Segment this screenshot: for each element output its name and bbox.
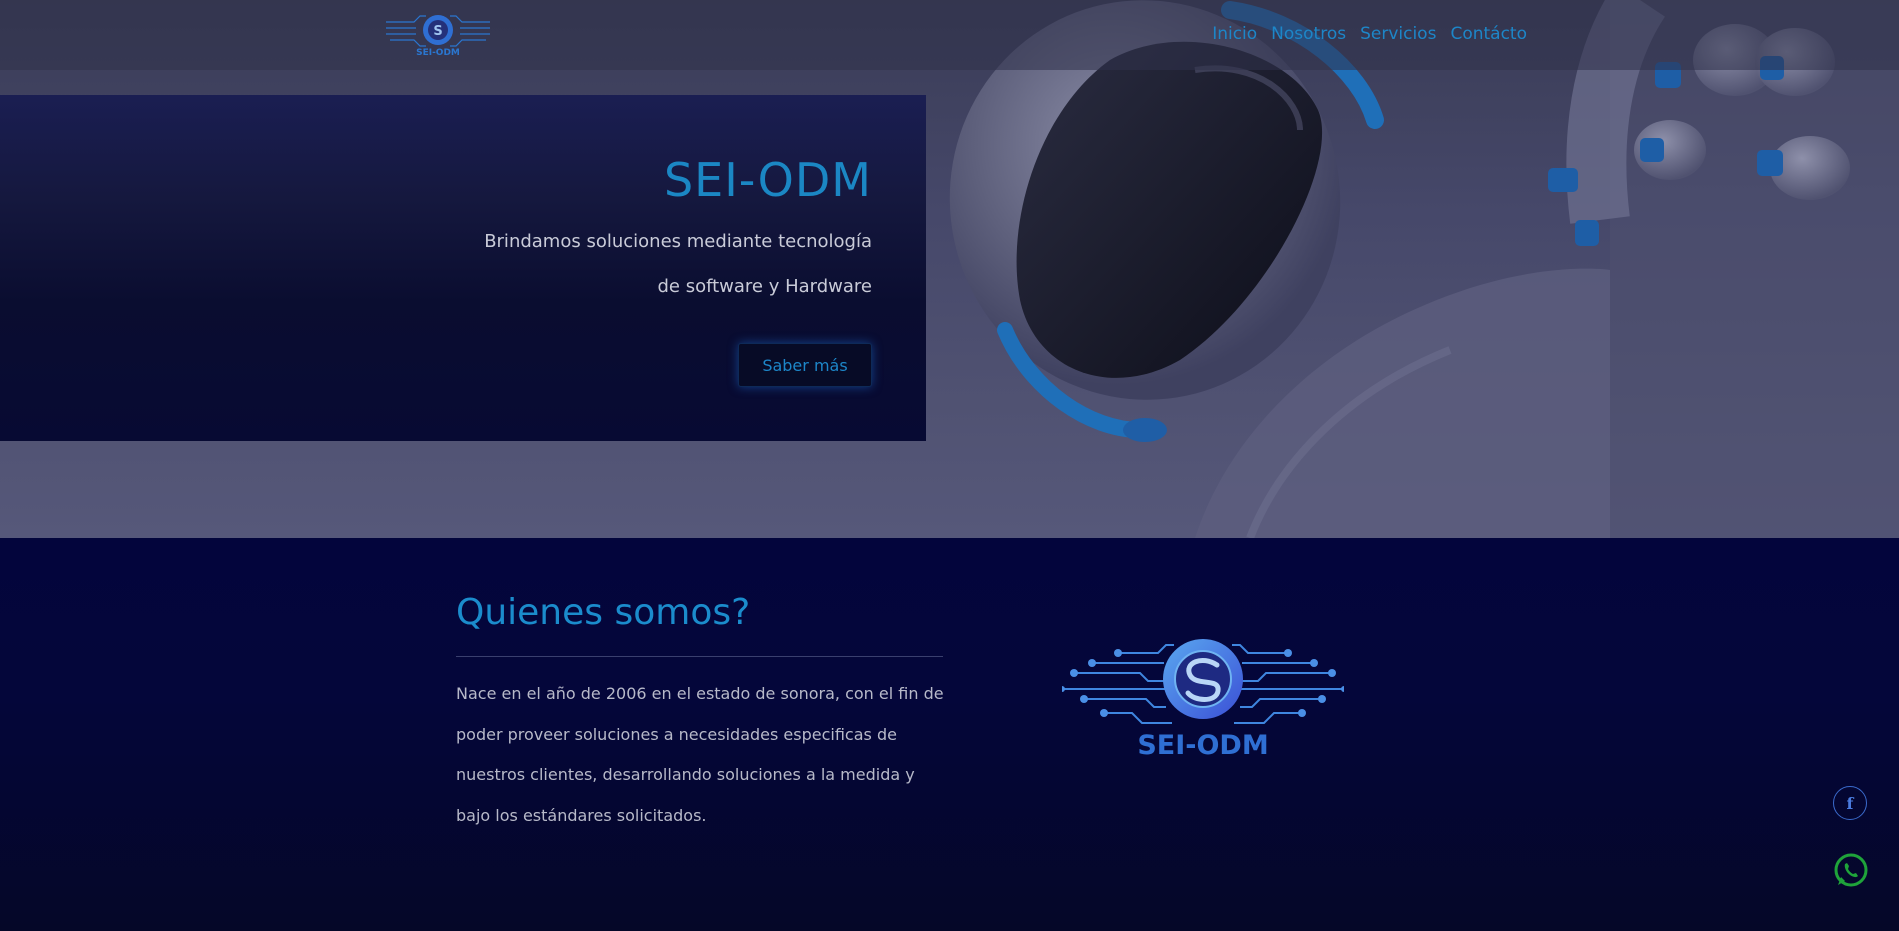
- hero-title: SEI-ODM: [663, 153, 872, 207]
- nav-link-contacto[interactable]: Contácto: [1450, 24, 1527, 44]
- about-divider: [456, 656, 943, 657]
- nav-link-servicios[interactable]: Servicios: [1360, 24, 1436, 44]
- svg-text:S: S: [433, 24, 442, 39]
- nav-link-nosotros[interactable]: Nosotros: [1271, 24, 1346, 44]
- hero-panel: SEI-ODM Brindamos soluciones mediante te…: [0, 95, 926, 441]
- brand-logo[interactable]: S SEI-ODM: [384, 8, 492, 58]
- facebook-button[interactable]: f: [1833, 786, 1867, 820]
- brand-logo-text: SEI-ODM: [416, 48, 460, 58]
- saber-mas-button[interactable]: Saber más: [738, 343, 872, 387]
- nav-link-inicio[interactable]: Inicio: [1212, 24, 1257, 44]
- nav-menu: Inicio Nosotros Servicios Contácto: [1212, 24, 1527, 44]
- sei-odm-logo: SEI-ODM: [1062, 639, 1344, 759]
- whatsapp-icon[interactable]: [1832, 852, 1870, 890]
- hero-tagline-line-2: de software y Hardware: [657, 276, 872, 297]
- about-title: Quienes somos?: [456, 592, 751, 633]
- sei-odm-logo-text: SEI-ODM: [1137, 730, 1268, 759]
- facebook-icon: f: [1846, 793, 1854, 813]
- about-description: Nace en el año de 2006 en el estado de s…: [456, 684, 944, 825]
- hero-section: S SEI-ODM Inicio Nosotros Servicios Cont…: [0, 0, 1899, 538]
- top-navbar: S SEI-ODM Inicio Nosotros Servicios Cont…: [0, 0, 1899, 70]
- about-section: Quienes somos? Nace en el año de 2006 en…: [0, 538, 1899, 931]
- hero-tagline-line-1: Brindamos soluciones mediante tecnología: [484, 231, 872, 252]
